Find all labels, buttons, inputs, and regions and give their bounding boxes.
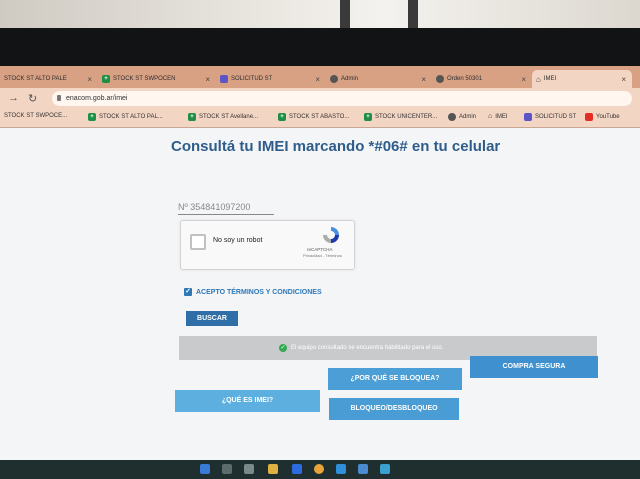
safe-purchase-button[interactable]: COMPRA SEGURA [470,356,598,378]
bookmark-label: Admin [459,114,477,120]
forms-icon [220,75,228,83]
tab-bar: STOCK ST ALTO PALE × + STOCK ST SWPOCEN × … [0,66,640,88]
tab-stock-swpocen[interactable]: + STOCK ST SWPOCEN × [98,70,216,88]
tab-orden[interactable]: Orden 50301 × [432,70,532,88]
globe-icon [448,113,456,121]
sheets-icon: + [278,113,286,121]
status-message: El equipo consultado se encuentra habili… [291,345,444,351]
globe-icon [330,75,338,83]
tab-label: SOLICITUD ST [231,76,273,82]
search-icon[interactable] [222,464,232,474]
tab-admin[interactable]: Admin × [326,70,432,88]
file-explorer-icon[interactable] [268,464,278,474]
bookmark-imei[interactable]: ⌂ IMEI [488,113,508,120]
bookmark-stock-unicenter[interactable]: + STOCK UNICENTER... [364,113,437,121]
recaptcha-links[interactable]: Privacidad - Términos [303,253,342,258]
browser-window: STOCK ST ALTO PALE × + STOCK ST SWPOCEN × … [0,66,640,479]
bookmark-label: SOLICITUD ST [535,114,577,120]
bookmark-solicitud-st[interactable]: SOLICITUD ST [524,113,576,121]
url-text: enacom.gob.ar/imei [66,95,128,102]
check-circle-icon: ✓ [279,344,287,352]
address-bar: → ↻ enacom.gob.ar/imei [0,88,640,110]
bookmark-youtube[interactable]: YouTube [585,113,620,121]
tab-label: IMEI [543,76,557,82]
bookmark-label: IMEI [495,113,508,120]
tab-label: STOCK ST ALTO PALE [4,76,67,82]
enacom-icon: ⌂ [488,113,493,120]
terms-label: ACEPTO TÉRMINOS Y CONDICIONES [196,288,322,296]
close-tab-icon[interactable]: × [421,75,426,84]
recaptcha-checkbox[interactable] [190,234,206,250]
url-input[interactable]: enacom.gob.ar/imei [52,91,632,106]
bookmark-label: STOCK ST ALTO PAL... [99,114,163,120]
start-icon[interactable] [200,464,210,474]
bookmarks-bar: STOCK ST SWPOCE... + STOCK ST ALTO PAL...… [0,110,640,128]
app-icon[interactable] [380,464,390,474]
block-unblock-button[interactable]: BLOQUEO/DESBLOQUEO [329,398,459,420]
imei-input[interactable]: Nº 354841097200 [178,202,274,215]
youtube-icon [585,113,593,121]
chrome-icon[interactable] [314,464,324,474]
sheets-icon: + [364,113,372,121]
tab-label: STOCK ST SWPOCEN [113,76,176,82]
what-is-imei-button[interactable]: ¿QUÉ ES IMEI? [175,390,320,412]
tab-solicitud-st[interactable]: SOLICITUD ST × [216,70,326,88]
close-tab-icon[interactable]: × [205,75,210,84]
bookmark-stock-abasto[interactable]: + STOCK ST ABASTO... [278,113,349,121]
forms-icon [524,113,532,121]
bookmark-label: STOCK ST ABASTO... [289,114,350,120]
bookmark-stock-alto-pal[interactable]: + STOCK ST ALTO PAL... [88,113,163,121]
bookmark-label: YouTube [596,114,620,120]
bookmark-stock-swpoce[interactable]: STOCK ST SWPOCE... [4,113,67,119]
bookmark-label: STOCK ST SWPOCE... [4,113,68,119]
recaptcha-logo-icon [323,227,339,243]
task-view-icon[interactable] [244,464,254,474]
search-button[interactable]: BUSCAR [186,311,238,326]
forward-icon[interactable]: → [8,92,19,104]
sheets-icon: + [88,113,96,121]
bookmark-label: STOCK UNICENTER... [375,114,438,120]
app-icon[interactable] [358,464,368,474]
globe-icon [436,75,444,83]
sheets-icon: + [102,75,110,83]
sheets-icon: + [188,113,196,121]
store-icon[interactable] [292,464,302,474]
checkmark-icon: ✓ [184,288,192,296]
enacom-icon: ⌂ [536,74,541,84]
lock-icon [57,95,61,101]
page-content: Consultá tu IMEI marcando *#06# en tu ce… [0,128,640,479]
reload-icon[interactable]: ↻ [28,92,37,105]
tab-imei[interactable]: ⌂ IMEI × [532,70,632,88]
bookmark-stock-avellaneda[interactable]: + STOCK ST Avellane... [188,113,258,121]
recaptcha-widget: No soy un robot reCAPTCHA Privacidad - T… [180,220,355,270]
page-title: Consultá tu IMEI marcando *#06# en tu ce… [171,138,501,155]
why-blocked-button[interactable]: ¿POR QUÉ SE BLOQUEA? [328,368,462,390]
tab-label: Admin [341,76,359,82]
bookmark-admin[interactable]: Admin [448,113,476,121]
edge-icon[interactable] [336,464,346,474]
bookmark-label: STOCK ST Avellane... [199,114,259,120]
tab-label: Orden 50301 [447,76,483,82]
close-tab-icon[interactable]: × [315,75,320,84]
taskbar [0,460,640,479]
close-tab-icon[interactable]: × [521,75,526,84]
recaptcha-brand: reCAPTCHA [307,247,333,252]
close-tab-icon[interactable]: × [621,75,626,84]
tab-stock-alto-palermo[interactable]: STOCK ST ALTO PALE × [0,70,98,88]
recaptcha-label: No soy un robot [213,237,263,244]
close-tab-icon[interactable]: × [87,75,92,84]
terms-checkbox[interactable]: ✓ ACEPTO TÉRMINOS Y CONDICIONES [184,288,322,296]
